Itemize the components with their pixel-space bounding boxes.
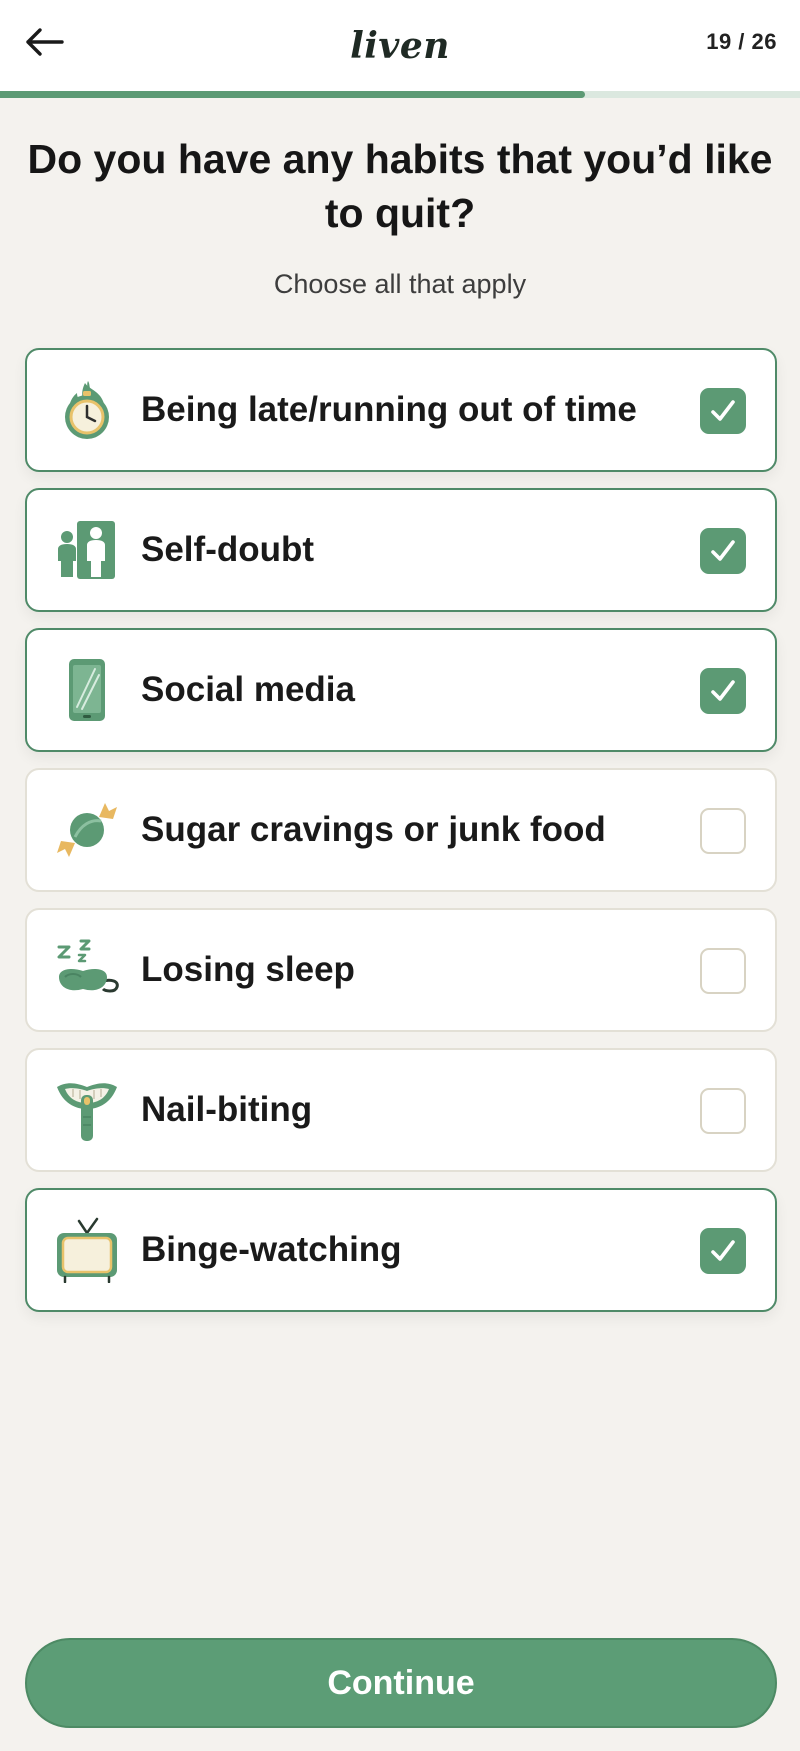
option-nail-biting[interactable]: Nail-biting <box>25 1048 777 1172</box>
option-sugar-cravings[interactable]: Sugar cravings or junk food <box>25 768 777 892</box>
check-icon <box>711 680 735 701</box>
option-label: Being late/running out of time <box>141 390 637 429</box>
checkbox[interactable] <box>700 808 746 854</box>
options-list: Being late/running out of time Self-doub… <box>25 348 777 1328</box>
option-label: Losing sleep <box>141 950 355 989</box>
checkbox[interactable] <box>700 1088 746 1134</box>
progress-bar-fill <box>0 91 585 98</box>
back-button[interactable] <box>20 20 68 64</box>
checkbox[interactable] <box>700 948 746 994</box>
smartphone-icon <box>55 657 119 723</box>
option-label: Sugar cravings or junk food <box>141 810 606 849</box>
candy-icon <box>55 797 119 863</box>
tv-icon <box>55 1217 119 1284</box>
continue-button[interactable]: Continue <box>25 1638 777 1728</box>
question-title: Do you have any habits that you’d like t… <box>27 136 773 236</box>
option-label: Nail-biting <box>141 1090 313 1129</box>
option-binge-watching[interactable]: Binge-watching <box>25 1188 777 1312</box>
check-icon <box>711 400 735 421</box>
checkbox[interactable] <box>700 668 746 714</box>
progress-bar <box>0 91 800 98</box>
nail-biting-mouth-icon <box>55 1077 119 1143</box>
sleep-mask-icon <box>55 937 119 1003</box>
option-social-media[interactable]: Social media <box>25 628 777 752</box>
option-losing-sleep[interactable]: Losing sleep <box>25 908 777 1032</box>
check-icon <box>711 1240 735 1261</box>
app-logo: liven <box>350 25 450 67</box>
checkbox[interactable] <box>700 1228 746 1274</box>
option-self-doubt[interactable]: Self-doubt <box>25 488 777 612</box>
people-mirror-icon <box>55 517 119 583</box>
option-being-late[interactable]: Being late/running out of time <box>25 348 777 472</box>
question-subtitle: Choose all that apply <box>273 269 527 299</box>
step-counter: 19 / 26 <box>706 29 777 54</box>
arrow-left-icon <box>26 28 64 56</box>
checkbox[interactable] <box>700 388 746 434</box>
option-label: Social media <box>141 670 355 709</box>
option-label: Self-doubt <box>141 530 315 569</box>
option-label: Binge-watching <box>141 1230 402 1269</box>
checkbox[interactable] <box>700 528 746 574</box>
check-icon <box>711 540 735 561</box>
top-bar: liven 19 / 26 <box>0 0 800 92</box>
clock-fire-icon <box>55 377 119 443</box>
